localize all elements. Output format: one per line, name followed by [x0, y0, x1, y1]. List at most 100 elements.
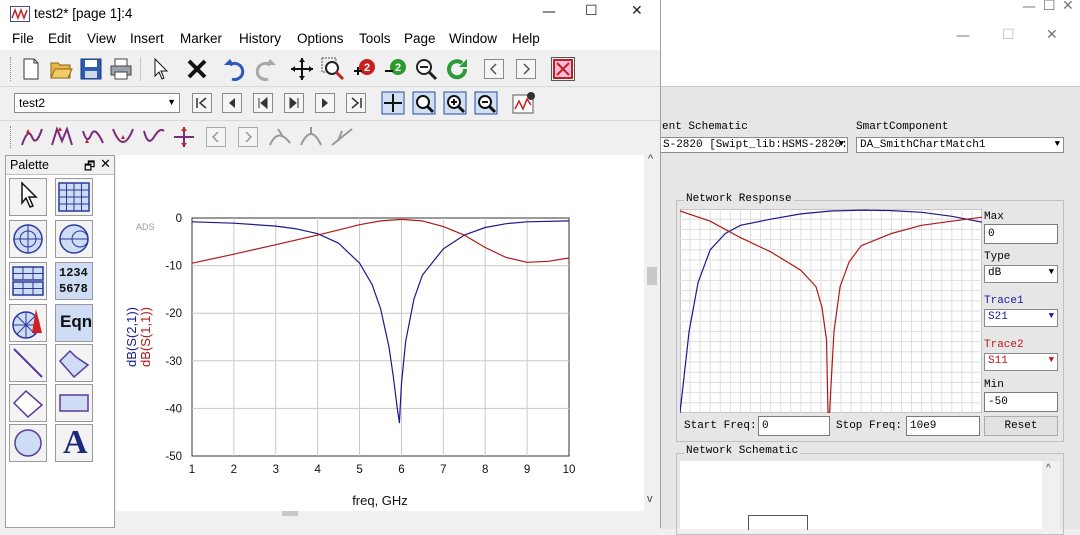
zoom-area-icon[interactable]: [321, 57, 345, 81]
next-page-icon[interactable]: [315, 93, 335, 113]
close-icon[interactable]: ✕: [1046, 27, 1058, 43]
redo-icon[interactable]: [254, 57, 278, 81]
palette-circle-button[interactable]: [9, 424, 47, 462]
x-tick-label: 3: [273, 464, 279, 476]
next-marker-icon[interactable]: [238, 127, 258, 147]
palette-stacked-plot-button[interactable]: [9, 262, 47, 300]
plot-properties-icon[interactable]: [512, 91, 536, 115]
marker-delta-icon[interactable]: [268, 125, 292, 149]
select-pointer-icon[interactable]: [149, 57, 173, 81]
new-file-icon[interactable]: [19, 57, 43, 81]
move-icon[interactable]: [290, 57, 314, 81]
scrollbar-thumb[interactable]: [282, 511, 298, 516]
stop-icon[interactable]: [551, 57, 575, 81]
marker-track-icon[interactable]: [299, 125, 323, 149]
palette-rectangular-plot-button[interactable]: [55, 178, 93, 216]
prev-marker-icon[interactable]: [206, 127, 226, 147]
save-icon[interactable]: [79, 57, 103, 81]
palette-polyline-button[interactable]: [55, 344, 93, 382]
first-page-icon[interactable]: [192, 93, 212, 113]
type-select[interactable]: dB ▼: [984, 265, 1058, 283]
minimize-icon[interactable]: —: [542, 4, 556, 20]
palette-pointer-button[interactable]: [9, 178, 47, 216]
marker-notch-icon[interactable]: [142, 125, 166, 149]
reset-button[interactable]: Reset: [984, 416, 1058, 436]
prev-step-icon[interactable]: [253, 93, 273, 113]
palette-equation-button[interactable]: Eqn: [55, 304, 93, 342]
stop-freq-input[interactable]: 10e9: [906, 416, 980, 436]
prev-page-icon[interactable]: [222, 93, 242, 113]
plot-horizontal-scrollbar[interactable]: [116, 511, 644, 528]
palette-list-button[interactable]: 1234 5678: [55, 262, 93, 300]
schematic-label: ent Schematic: [662, 121, 748, 133]
next-step-icon[interactable]: [284, 93, 304, 113]
marker-slope-icon[interactable]: [330, 125, 354, 149]
minimize-icon[interactable]: —: [956, 28, 970, 44]
marker-valley-icon[interactable]: [111, 125, 135, 149]
menu-history[interactable]: History: [239, 31, 281, 46]
schematic-vertical-scrollbar[interactable]: ^: [1042, 461, 1060, 529]
remove-marker-icon[interactable]: 2: [383, 57, 407, 81]
marker-min-icon[interactable]: [81, 125, 105, 149]
chevron-up-icon[interactable]: ^: [1046, 463, 1051, 474]
schematic-select[interactable]: S-2820 [Swipt_lib:HSMS-2820: ▼: [660, 137, 848, 153]
maximize-icon[interactable]: ☐: [1043, 0, 1056, 14]
next-icon[interactable]: [516, 59, 536, 79]
menu-page[interactable]: Page: [404, 31, 436, 46]
menu-view[interactable]: View: [87, 31, 116, 46]
marker-line-icon[interactable]: [172, 125, 196, 149]
min-input[interactable]: -50: [984, 392, 1058, 412]
palette-text-button[interactable]: A: [55, 424, 93, 462]
menu-help[interactable]: Help: [512, 31, 540, 46]
page-select[interactable]: test2 ▼: [14, 93, 180, 113]
undo-icon[interactable]: [222, 57, 246, 81]
palette-smith-chart-button[interactable]: [55, 220, 93, 258]
menu-insert[interactable]: Insert: [130, 31, 164, 46]
menu-marker[interactable]: Marker: [180, 31, 222, 46]
refresh-icon[interactable]: [445, 57, 469, 81]
print-icon[interactable]: [109, 57, 133, 81]
scrollbar-thumb[interactable]: [647, 267, 657, 285]
maximize-icon[interactable]: ☐: [585, 3, 598, 19]
smith-chart-icon: [59, 224, 89, 254]
marker-max-icon[interactable]: [50, 125, 74, 149]
add-marker-icon[interactable]: 2: [352, 57, 376, 81]
menu-window[interactable]: Window: [449, 31, 497, 46]
close-icon[interactable]: ✕: [1062, 0, 1074, 14]
palette-line-button[interactable]: [9, 344, 47, 382]
zoom-out-icon[interactable]: [414, 57, 438, 81]
close-icon[interactable]: ✕: [631, 3, 643, 19]
restore-icon[interactable]: 🗗: [84, 157, 95, 178]
palette-antenna-button[interactable]: [9, 304, 47, 342]
palette-rectangle-button[interactable]: [55, 384, 93, 422]
max-input[interactable]: 0: [984, 224, 1058, 244]
zoom-out-page-icon[interactable]: [474, 91, 498, 115]
zoom-in-icon[interactable]: [443, 91, 467, 115]
stacked-grid-icon: [12, 266, 44, 296]
menu-file[interactable]: File: [12, 31, 34, 46]
delete-icon[interactable]: [185, 57, 209, 81]
s-parameter-plot[interactable]: ADS 1 2 3 4 5 6 7 8 9 10 0 -10 -20 -30 -40 -50 freq, GH…: [116, 155, 644, 518]
menu-edit[interactable]: Edit: [48, 31, 71, 46]
network-response-chart: [680, 209, 982, 413]
menu-options[interactable]: Options: [297, 31, 344, 46]
maximize-icon[interactable]: ☐: [1002, 27, 1015, 43]
close-icon[interactable]: ✕: [100, 156, 111, 172]
last-page-icon[interactable]: [346, 93, 366, 113]
fit-view-icon[interactable]: [381, 91, 405, 115]
trace1-select[interactable]: S21 ▼: [984, 309, 1058, 327]
plot-vertical-scrollbar[interactable]: ^ v: [644, 153, 660, 515]
menu-tools[interactable]: Tools: [359, 31, 391, 46]
marker-peak-icon[interactable]: [20, 125, 44, 149]
prev-icon[interactable]: [484, 59, 504, 79]
chevron-up-icon[interactable]: ^: [648, 153, 653, 165]
start-freq-input[interactable]: 0: [758, 416, 830, 436]
open-folder-icon[interactable]: [49, 57, 73, 81]
zoom-fit-icon[interactable]: [412, 91, 436, 115]
smart-component-select[interactable]: DA_SmithChartMatch1 ▼: [856, 137, 1064, 153]
minimize-icon[interactable]: —: [1022, 0, 1036, 15]
chevron-down-icon[interactable]: v: [647, 493, 653, 505]
palette-polygon-button[interactable]: [9, 384, 47, 422]
palette-polar-plot-button[interactable]: [9, 220, 47, 258]
trace2-select[interactable]: S11 ▼: [984, 353, 1058, 371]
